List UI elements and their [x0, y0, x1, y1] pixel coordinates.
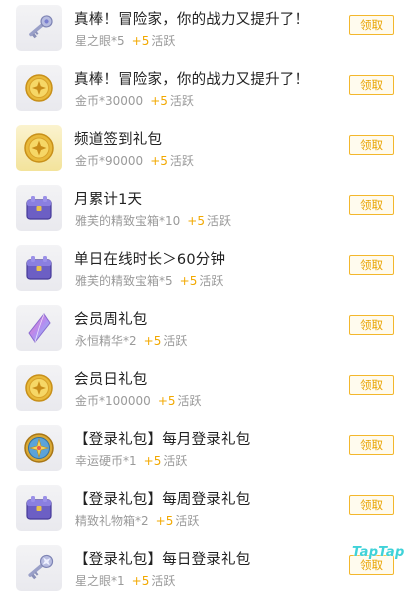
activity-label: 活跃: [206, 214, 231, 228]
task-row: 【登录礼包】每日登录礼包 星之眼*1 +5 活跃 领取: [0, 536, 408, 596]
activity-points: +5: [143, 454, 162, 468]
gold-coin-icon: [16, 65, 62, 111]
task-reward-line: 星之眼*5 +5 活跃: [75, 32, 175, 49]
activity-points: +5: [131, 34, 150, 48]
activity-points: +5: [150, 154, 168, 168]
activity-points: +5: [143, 334, 162, 348]
activity-points: +5: [187, 214, 205, 228]
claim-button[interactable]: 领取: [349, 315, 394, 335]
task-title: 月累计1天: [74, 192, 143, 208]
task-reward: 金币*100000: [75, 394, 151, 408]
claim-button[interactable]: 领取: [349, 135, 394, 155]
claim-button[interactable]: 领取: [349, 495, 394, 515]
gold-coin-icon: [16, 125, 62, 171]
gold-coin-icon: [16, 365, 62, 411]
activity-points: +5: [150, 94, 168, 108]
task-row: 会员日礼包 金币*100000 +5 活跃 领取: [0, 356, 408, 416]
task-reward-line: 金币*90000 +5 活跃: [75, 152, 194, 169]
treasure-chest-icon: [16, 185, 62, 231]
task-title: 频道签到礼包: [74, 132, 163, 148]
task-title: 真棒！冒险家，你的战力又提升了！: [74, 12, 310, 28]
task-reward: 永恒精华*2: [75, 334, 137, 348]
task-title: 【登录礼包】每日登录礼包: [74, 552, 251, 568]
activity-label: 活跃: [175, 514, 200, 528]
task-row: 月累计1天 雅芙的精致宝箱*10 +5 活跃 领取: [0, 176, 408, 236]
eternal-essence-crystal-icon: [16, 305, 62, 351]
task-list: 真棒！冒险家，你的战力又提升了！ 星之眼*5 +5 活跃 领取 真棒！冒险家，你的战…: [0, 0, 408, 596]
task-reward-line: 精致礼物箱*2 +5 活跃: [75, 512, 199, 529]
task-reward: 金币*30000: [75, 94, 144, 108]
task-title: 单日在线时长＞60分钟: [74, 252, 226, 268]
claim-button[interactable]: 领取: [349, 375, 394, 395]
claim-button[interactable]: 领取: [349, 15, 394, 35]
task-title: 真棒！冒险家，你的战力又提升了！: [74, 72, 310, 88]
task-reward-line: 永恒精华*2 +5 活跃: [75, 332, 187, 349]
activity-label: 活跃: [199, 274, 224, 288]
claim-button[interactable]: 领取: [349, 75, 394, 95]
task-row: 【登录礼包】每月登录礼包 幸运硬币*1 +5 活跃 领取: [0, 416, 408, 476]
task-reward: 星之眼*5: [75, 34, 125, 48]
task-row: 真棒！冒险家，你的战力又提升了！ 星之眼*5 +5 活跃 领取: [0, 0, 408, 56]
claim-button[interactable]: 领取: [349, 435, 394, 455]
treasure-chest-icon: [16, 245, 62, 291]
task-row: 真棒！冒险家，你的战力又提升了！ 金币*30000 +5 活跃 领取: [0, 56, 408, 116]
task-title: 【登录礼包】每月登录礼包: [74, 432, 251, 448]
activity-label: 活跃: [163, 334, 188, 348]
activity-points: +5: [155, 514, 174, 528]
task-row: 【登录礼包】每周登录礼包 精致礼物箱*2 +5 活跃 领取: [0, 476, 408, 536]
activity-label: 活跃: [169, 154, 194, 168]
task-title: 会员日礼包: [74, 372, 148, 388]
activity-points: +5: [179, 274, 198, 288]
task-reward: 金币*90000: [75, 154, 144, 168]
task-reward-line: 雅芙的精致宝箱*5 +5 活跃: [75, 272, 223, 289]
task-reward-line: 星之眼*1 +5 活跃: [75, 572, 175, 589]
taptap-watermark: TapTap: [352, 545, 405, 560]
claim-button[interactable]: 领取: [349, 255, 394, 275]
activity-points: +5: [131, 574, 150, 588]
activity-points: +5: [157, 394, 176, 408]
task-reward: 雅芙的精致宝箱*5: [75, 274, 173, 288]
task-title: 【登录礼包】每周登录礼包: [74, 492, 251, 508]
task-reward-line: 金币*30000 +5 活跃: [75, 92, 194, 109]
activity-label: 活跃: [177, 394, 202, 408]
task-title: 会员周礼包: [74, 312, 148, 328]
task-reward: 幸运硬币*1: [75, 454, 137, 468]
activity-label: 活跃: [163, 454, 188, 468]
task-reward: 精致礼物箱*2: [75, 514, 149, 528]
task-reward-line: 金币*100000 +5 活跃: [75, 392, 202, 409]
star-eye-key-icon: [16, 545, 62, 591]
activity-label: 活跃: [169, 94, 194, 108]
task-reward-line: 幸运硬币*1 +5 活跃: [75, 452, 187, 469]
task-row: 会员周礼包 永恒精华*2 +5 活跃 领取: [0, 296, 408, 356]
task-row: 单日在线时长＞60分钟 雅芙的精致宝箱*5 +5 活跃 领取: [0, 236, 408, 296]
task-row: 频道签到礼包 金币*90000 +5 活跃 领取: [0, 116, 408, 176]
task-reward: 雅芙的精致宝箱*10: [75, 214, 181, 228]
gift-box-icon: [16, 485, 62, 531]
activity-label: 活跃: [151, 574, 176, 588]
claim-button[interactable]: 领取: [349, 195, 394, 215]
activity-label: 活跃: [151, 34, 176, 48]
lucky-coin-icon: [16, 425, 62, 471]
task-reward-line: 雅芙的精致宝箱*10 +5 活跃: [75, 212, 231, 229]
star-eye-key-icon: [16, 5, 62, 51]
task-reward: 星之眼*1: [75, 574, 125, 588]
